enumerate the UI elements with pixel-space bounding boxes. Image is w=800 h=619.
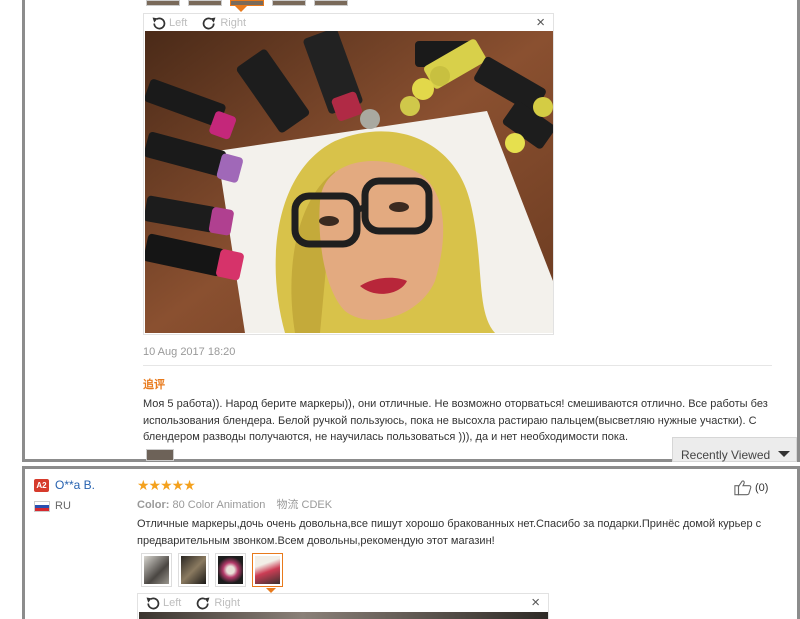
review-thumbnails bbox=[141, 553, 283, 587]
rotate-right-icon bbox=[197, 597, 210, 609]
reviewer-country: RU bbox=[55, 500, 71, 512]
review-thumbnail-selected[interactable] bbox=[252, 553, 283, 587]
order-info: Color: 80 Color Animation 物流 CDEK bbox=[137, 496, 332, 512]
review-thumbnail[interactable] bbox=[141, 553, 172, 587]
followup-label: 追评 bbox=[143, 379, 165, 391]
image-viewer: Left Right × bbox=[137, 593, 549, 619]
review-photo bbox=[139, 612, 548, 619]
helpful-button[interactable]: (0) bbox=[734, 479, 768, 496]
selected-indicator bbox=[235, 6, 247, 12]
review-thumbnail[interactable] bbox=[188, 0, 222, 6]
rotate-right-label: Right bbox=[214, 597, 241, 609]
rotate-right-icon bbox=[203, 17, 216, 29]
close-viewer-button[interactable]: × bbox=[536, 15, 545, 31]
review-thumbnail[interactable] bbox=[314, 0, 348, 6]
recently-viewed-tab[interactable]: Recently Viewed bbox=[672, 437, 797, 462]
review-thumbnail[interactable] bbox=[215, 553, 246, 587]
russia-flag-icon bbox=[34, 501, 50, 512]
review-photo bbox=[145, 31, 553, 333]
shipping-value: CDEK bbox=[301, 499, 333, 511]
rotate-right-button[interactable]: Right bbox=[201, 15, 246, 32]
rotate-controls: Left Right bbox=[150, 14, 246, 32]
review-thumbnails-top bbox=[146, 0, 348, 6]
recently-viewed-label: Recently Viewed bbox=[681, 448, 771, 462]
color-label: Color: bbox=[137, 499, 170, 511]
rotate-controls: Left Right bbox=[144, 594, 240, 612]
helpful-count: (0) bbox=[755, 481, 769, 494]
shipping-label: 物流 bbox=[276, 499, 299, 511]
review-thumbnail[interactable] bbox=[272, 0, 306, 6]
image-viewer: Left Right × bbox=[143, 13, 554, 335]
followup-thumbnail[interactable] bbox=[146, 449, 174, 461]
rotate-left-button[interactable]: Left bbox=[144, 595, 181, 612]
rotate-right-button[interactable]: Right bbox=[195, 595, 240, 612]
rotate-left-label: Left bbox=[169, 17, 188, 29]
review-thumbnail[interactable] bbox=[178, 553, 209, 587]
rotate-left-icon bbox=[152, 17, 166, 29]
rotate-left-button[interactable]: Left bbox=[150, 15, 187, 32]
star-rating: ★★★★★ bbox=[137, 477, 196, 493]
chevron-down-icon bbox=[778, 451, 790, 457]
user-level-badge: A2 bbox=[34, 479, 49, 492]
rotate-left-icon bbox=[146, 597, 160, 609]
close-viewer-button[interactable]: × bbox=[531, 595, 540, 611]
color-value: 80 Color Animation bbox=[172, 499, 266, 511]
review-date: 10 Aug 2017 18:20 bbox=[143, 346, 236, 358]
thumbs-up-icon bbox=[734, 480, 752, 496]
portrait-drawing-photo bbox=[145, 31, 553, 333]
rotate-right-label: Right bbox=[220, 17, 247, 29]
divider bbox=[143, 365, 772, 366]
reviewer-name[interactable]: O**a B. bbox=[55, 478, 95, 492]
review-text: Отличные маркеры,дочь очень довольна,все… bbox=[137, 518, 762, 547]
rotate-left-label: Left bbox=[163, 597, 182, 609]
review-thumbnail[interactable] bbox=[146, 0, 180, 6]
